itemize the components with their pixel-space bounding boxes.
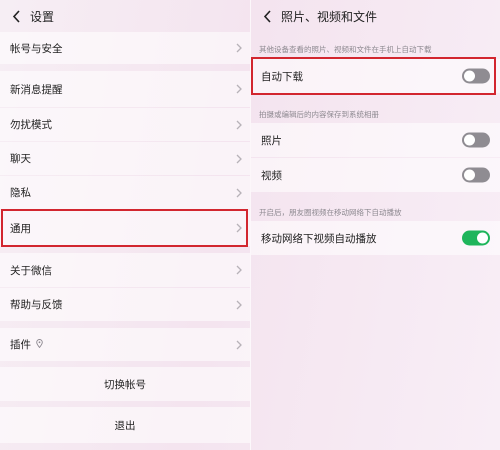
auto-download-toggle[interactable] (462, 68, 490, 84)
mobile-autoplay-row: 移动网络下视频自动播放 (251, 221, 500, 255)
settings-item-privacy[interactable]: 隐私 (0, 176, 250, 209)
chevron-right-icon (236, 340, 242, 350)
chevron-right-icon (236, 188, 242, 198)
settings-item-label: 帮助与反馈 (10, 299, 63, 311)
settings-item-label: 新消息提醒 (10, 83, 63, 96)
settings-item-chat[interactable]: 聊天 (0, 142, 250, 175)
logout-button[interactable]: 退出 (0, 407, 250, 443)
settings-item-label: 关于微信 (10, 264, 52, 277)
settings-header: 设置 (0, 0, 250, 32)
settings-item-label: 聊天 (10, 153, 31, 165)
page-title: 照片、视频和文件 (281, 9, 378, 24)
page-title: 设置 (30, 9, 55, 24)
settings-item-do-not-disturb[interactable]: 勿扰模式 (0, 108, 250, 141)
section-note-autoplay: 开启后，朋友圈视频在移动网络下自动播放 (259, 208, 402, 217)
settings-item-plugins[interactable]: 插件 (0, 328, 250, 361)
toggle-knob (464, 169, 475, 181)
chevron-right-icon (236, 154, 242, 164)
back-arrow-icon[interactable] (8, 8, 24, 24)
chevron-right-icon (236, 43, 242, 53)
chevron-right-icon (236, 223, 242, 233)
settings-item-label: 勿扰模式 (10, 119, 52, 131)
media-settings-panel: 照片、视频和文件 其他设备查看的照片、视频和文件在手机上自动下载 自动下载 拍摄… (251, 0, 500, 450)
settings-panel: 设置 帐号与安全 新消息提醒 勿扰模式 聊天 隐私 通用 关于微信 帮助与反馈 … (0, 0, 250, 450)
media-header: 照片、视频和文件 (251, 0, 500, 32)
chevron-right-icon (236, 265, 242, 275)
location-pin-icon (36, 339, 43, 351)
chevron-right-icon (236, 120, 242, 130)
settings-item-label: 通用 (10, 222, 31, 235)
toggle-knob (477, 232, 488, 244)
toggle-knob (464, 70, 475, 82)
toggle-knob (464, 134, 475, 146)
mobile-autoplay-toggle[interactable] (462, 230, 490, 246)
settings-item-label: 插件 (10, 337, 250, 352)
settings-item-general[interactable]: 通用 (0, 210, 250, 246)
plugins-label: 插件 (10, 339, 31, 351)
switch-account-label: 切换帐号 (104, 378, 146, 391)
section-note-save-album: 拍摄或编辑后的内容保存到系统相册 (259, 110, 379, 119)
settings-item-help-feedback[interactable]: 帮助与反馈 (0, 288, 250, 321)
chevron-right-icon (236, 84, 242, 94)
auto-download-row: 自动下载 (251, 59, 500, 93)
settings-item-about[interactable]: 关于微信 (0, 253, 250, 287)
settings-item-account-security[interactable]: 帐号与安全 (0, 32, 250, 64)
switch-account-button[interactable]: 切换帐号 (0, 367, 250, 401)
photo-row: 照片 (251, 123, 500, 157)
video-row: 视频 (251, 158, 500, 192)
section-note-auto-download: 其他设备查看的照片、视频和文件在手机上自动下载 (259, 45, 432, 54)
photo-toggle[interactable] (462, 132, 490, 148)
video-toggle[interactable] (462, 167, 490, 183)
chevron-right-icon (236, 300, 242, 310)
settings-item-notifications[interactable]: 新消息提醒 (0, 71, 250, 107)
logout-label: 退出 (114, 419, 136, 432)
settings-item-label: 隐私 (10, 187, 31, 199)
back-arrow-icon[interactable] (259, 8, 275, 24)
settings-item-label: 帐号与安全 (10, 42, 63, 55)
